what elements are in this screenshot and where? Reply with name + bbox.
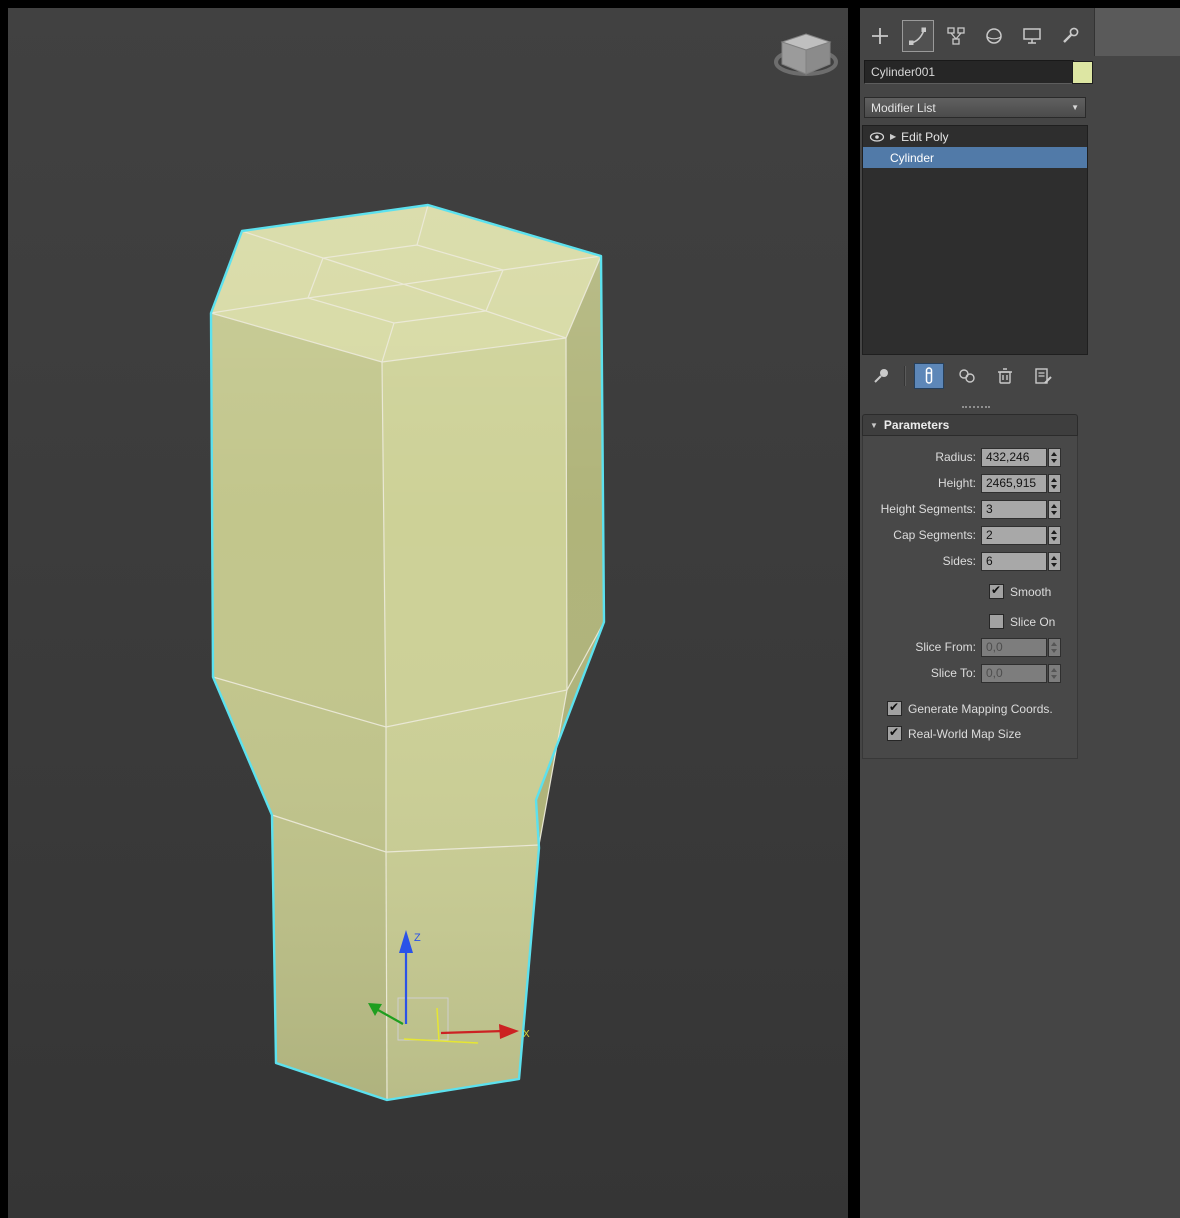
- make-unique-button[interactable]: [952, 363, 982, 389]
- pin-icon: [874, 369, 888, 383]
- height-row: Height:: [863, 470, 1077, 496]
- slice-from-row: Slice From:: [863, 634, 1077, 660]
- tab-hierarchy[interactable]: [940, 20, 972, 52]
- radius-label: Radius:: [935, 450, 976, 464]
- slice-from-label: Slice From:: [915, 640, 976, 654]
- stack-item-edit-poly[interactable]: ▶ Edit Poly: [863, 126, 1087, 147]
- radius-row: Radius:: [863, 444, 1077, 470]
- tab-motion[interactable]: [978, 20, 1010, 52]
- configure-modifier-sets-button[interactable]: [1028, 363, 1058, 389]
- cap-segments-input[interactable]: [981, 525, 1047, 545]
- tab-utilities[interactable]: [1054, 20, 1086, 52]
- stack-item-cylinder[interactable]: Cylinder: [863, 147, 1087, 168]
- smooth-checkbox[interactable]: [989, 583, 1004, 599]
- axis-z-label: Z: [414, 932, 421, 944]
- chevron-down-icon: ▼: [1071, 103, 1079, 112]
- height-input[interactable]: [981, 473, 1047, 493]
- real-world-map-label: Real-World Map Size: [908, 726, 1022, 741]
- height-label: Height:: [937, 476, 976, 490]
- tab-create[interactable]: [864, 20, 896, 52]
- modify-curve-icon: [909, 27, 926, 45]
- toolbar-spacer: [1094, 8, 1180, 56]
- real-world-map-row: Real-World Map Size: [863, 721, 1077, 746]
- slice-to-spinner[interactable]: [1048, 663, 1061, 683]
- axis-x-label: X: [523, 1029, 530, 1040]
- sides-label: Sides:: [942, 554, 976, 568]
- display-monitor-icon: [1023, 28, 1041, 44]
- stack-item-label: Edit Poly: [901, 129, 949, 144]
- height-segments-row: Height Segments:: [863, 496, 1077, 522]
- generate-mapping-row: Generate Mapping Coords.: [863, 696, 1077, 721]
- slice-on-checkbox[interactable]: [989, 614, 1004, 629]
- radius-input[interactable]: [981, 447, 1047, 467]
- rollout-title: Parameters: [883, 418, 950, 432]
- height-segments-spinner[interactable]: [1048, 499, 1061, 519]
- cap-segments-row: Cap Segments:: [863, 522, 1077, 548]
- slice-to-row: Slice To:: [863, 660, 1077, 686]
- slice-to-label: Slice To:: [930, 666, 976, 680]
- cap-segments-label: Cap Segments:: [893, 528, 976, 542]
- object-name-input[interactable]: [864, 60, 1074, 84]
- command-panel: Modifier List ▼ ▶ Edit Poly Cylinder: [860, 8, 1180, 1218]
- hierarchy-icon: [947, 27, 965, 45]
- motion-icon: [986, 28, 1002, 44]
- tab-display[interactable]: [1016, 20, 1048, 52]
- sides-spinner[interactable]: [1048, 551, 1061, 571]
- slice-to-input[interactable]: [981, 663, 1047, 683]
- generate-mapping-label: Generate Mapping Coords.: [908, 701, 1053, 716]
- pin-stack-button[interactable]: [866, 363, 896, 389]
- trash-icon: [998, 368, 1012, 384]
- configure-sets-icon: [1035, 368, 1052, 384]
- create-plus-icon: [872, 28, 888, 44]
- smooth-label: Smooth: [1010, 584, 1052, 599]
- viewport-3d[interactable]: Z X: [0, 0, 850, 1218]
- sides-row: Sides:: [863, 548, 1077, 574]
- rollout-body: Radius: Height: Height Segments: Cap Seg…: [862, 436, 1078, 759]
- slice-from-spinner[interactable]: [1048, 637, 1061, 657]
- real-world-map-checkbox[interactable]: [887, 725, 902, 741]
- height-segments-label: Height Segments:: [880, 502, 976, 516]
- modifier-list-dropdown[interactable]: Modifier List ▼: [864, 97, 1086, 118]
- expand-arrow-icon[interactable]: ▶: [890, 132, 896, 141]
- show-end-result-button[interactable]: [914, 363, 944, 389]
- collapse-arrow-icon: ▼: [870, 420, 878, 430]
- smooth-row: Smooth: [863, 579, 1077, 604]
- command-panel-tabs: [864, 16, 1086, 56]
- object-color-swatch[interactable]: [1072, 61, 1093, 84]
- tool-separator: [904, 366, 906, 386]
- eye-icon[interactable]: [869, 131, 885, 143]
- slice-on-row: Slice On: [863, 609, 1077, 634]
- make-unique-icon: [959, 369, 975, 383]
- slice-from-input[interactable]: [981, 637, 1047, 657]
- slice-on-label: Slice On: [1010, 614, 1056, 629]
- panel-resize-handle[interactable]: [962, 406, 990, 408]
- generate-mapping-checkbox[interactable]: [887, 700, 902, 716]
- show-end-result-icon: [925, 367, 933, 384]
- cap-segments-spinner[interactable]: [1048, 525, 1061, 545]
- object-name-row: [864, 60, 1176, 84]
- modifier-list-label: Modifier List: [871, 100, 936, 115]
- rollout-header-parameters[interactable]: ▼ Parameters: [862, 414, 1078, 436]
- height-segments-input[interactable]: [981, 499, 1047, 519]
- modifier-stack: ▶ Edit Poly Cylinder: [862, 125, 1088, 355]
- sides-input[interactable]: [981, 551, 1047, 571]
- tab-modify[interactable]: [902, 20, 934, 52]
- height-spinner[interactable]: [1048, 473, 1061, 493]
- radius-spinner[interactable]: [1048, 447, 1061, 467]
- parameters-rollout: ▼ Parameters Radius: Height: Height Segm…: [862, 414, 1078, 759]
- utilities-wrench-icon: [1063, 27, 1079, 43]
- stack-item-label: Cylinder: [890, 150, 935, 165]
- stack-tools: [866, 363, 1058, 389]
- remove-modifier-button[interactable]: [990, 363, 1020, 389]
